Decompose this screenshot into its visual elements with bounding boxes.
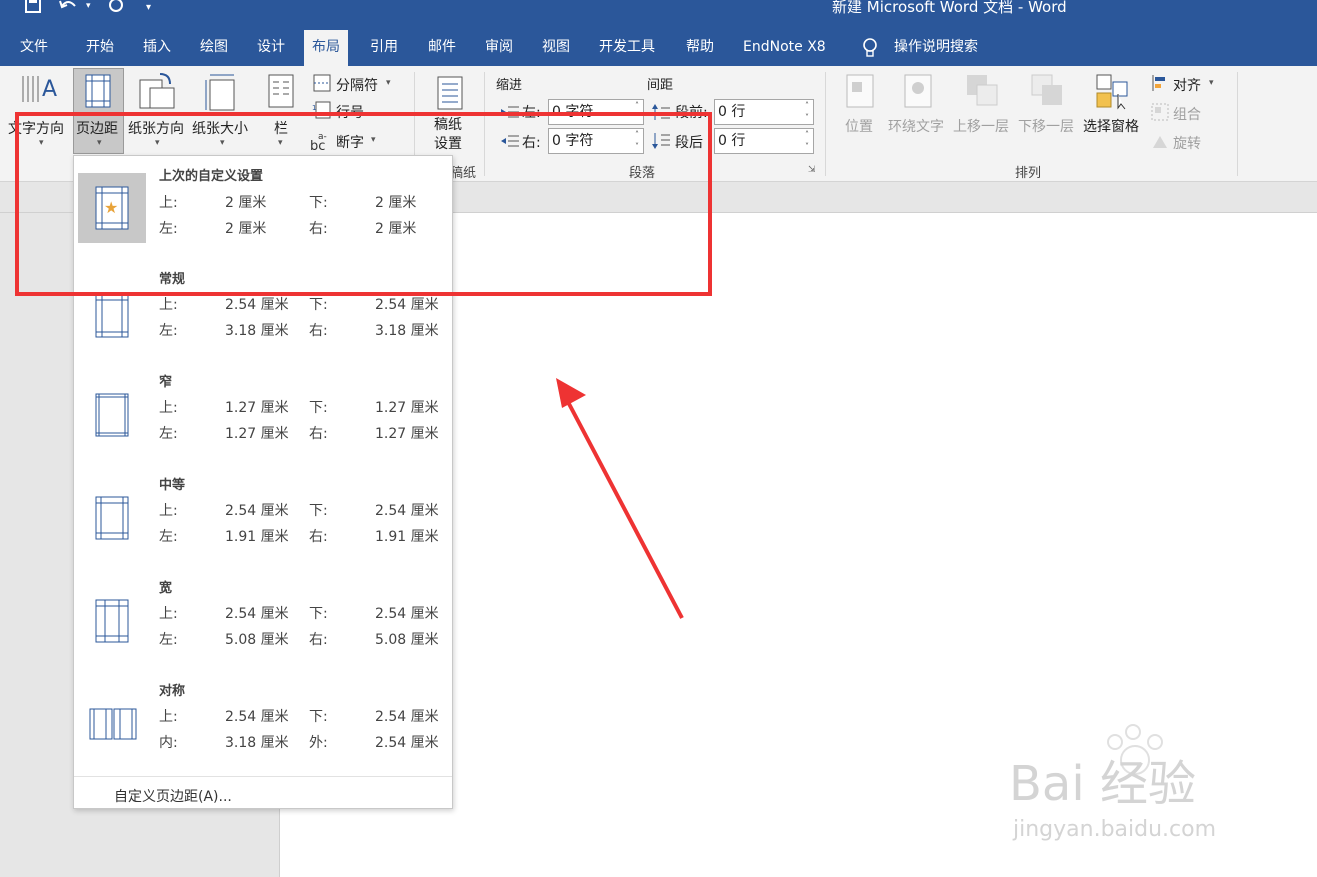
tell-me-search[interactable]: 操作说明搜索	[894, 30, 978, 66]
undo-icon[interactable]	[58, 0, 78, 16]
spacing-before-input[interactable]: 0 行 ˄ ˅	[714, 99, 814, 125]
tab-references[interactable]: 引用	[370, 30, 398, 66]
arrange-group-label: 排列	[1015, 166, 1042, 181]
window-title: 新建 Microsoft Word 文档 - Word	[832, 0, 1067, 16]
tab-view[interactable]: 视图	[542, 30, 570, 66]
align-icon	[1152, 75, 1165, 91]
orientation-icon	[139, 73, 175, 109]
selection-pane-button[interactable]: 选择窗格	[1083, 116, 1139, 136]
bring-forward-icon	[967, 75, 998, 106]
tab-mailings[interactable]: 邮件	[428, 30, 456, 66]
bring-forward-button[interactable]: 上移一层	[953, 116, 1009, 136]
watermark-url: jingyan.baidu.com	[1012, 817, 1216, 842]
tab-help[interactable]: 帮助	[686, 30, 714, 66]
page-margins-icon	[95, 599, 129, 643]
tab-layout[interactable]: 布局	[304, 30, 348, 66]
spacing-header: 间距	[647, 78, 674, 93]
text-direction-icon: A	[22, 76, 57, 102]
annotation-highlight-box	[15, 112, 712, 296]
wrap-text-button[interactable]: 环绕文字	[888, 116, 944, 136]
chevron-down-icon: ▾	[1209, 78, 1214, 88]
align-button[interactable]: 对齐	[1173, 75, 1201, 95]
breaks-icon	[313, 74, 331, 92]
margin-preset-mirrored[interactable]: 对称 上: 2.54 厘米 下: 2.54 厘米 内: 3.18 厘米 外: 2…	[74, 672, 452, 772]
margins-icon	[85, 74, 111, 108]
group-separator	[825, 72, 826, 176]
redo-icon[interactable]	[108, 0, 126, 16]
save-icon[interactable]	[24, 0, 42, 16]
spacing-after-input[interactable]: 0 行 ˄ ˅	[714, 128, 814, 154]
baidu-watermark: Bai 经验 jingyan.baidu.com	[1009, 724, 1216, 842]
title-bar: ▾ ▾ 新建 Microsoft Word 文档 - Word	[0, 0, 1317, 30]
tab-insert[interactable]: 插入	[143, 30, 171, 66]
spin-down-icon[interactable]: ˅	[805, 135, 809, 159]
columns-icon	[268, 74, 294, 108]
page-margins-icon	[95, 294, 129, 338]
ribbon-tab-bar: 文件 开始 插入 绘图 设计 布局 引用 邮件 审阅 视图 开发工具 帮助 En…	[0, 30, 1317, 66]
rotate-button[interactable]: 旋转	[1173, 133, 1201, 153]
tab-design[interactable]: 设计	[257, 30, 285, 66]
position-button[interactable]: 位置	[845, 116, 873, 136]
margin-preset-moderate[interactable]: 中等 上: 2.54 厘米 下: 2.54 厘米 左: 1.91 厘米 右: 1…	[74, 466, 452, 566]
paper-size-icon	[205, 74, 235, 111]
margin-preset-wide[interactable]: 宽 上: 2.54 厘米 下: 2.54 厘米 左: 5.08 厘米 右: 5.…	[74, 569, 452, 669]
indent-header: 缩进	[496, 78, 523, 93]
position-icon	[846, 74, 874, 108]
customize-toolbar-icon[interactable]: ▾	[146, 0, 151, 16]
send-backward-icon	[1031, 74, 1062, 105]
rotate-icon	[1153, 136, 1167, 148]
tab-developer[interactable]: 开发工具	[599, 30, 655, 66]
chevron-down-icon: ▾	[386, 78, 391, 88]
tab-review[interactable]: 审阅	[485, 30, 513, 66]
tab-draw[interactable]: 绘图	[200, 30, 228, 66]
page-margins-icon	[95, 393, 129, 437]
dropdown-separator	[74, 776, 452, 777]
dialog-launcher-icon[interactable]: ⇲	[808, 165, 816, 175]
selection-pane-icon	[1096, 74, 1128, 110]
tab-endnote[interactable]: EndNote X8	[743, 30, 826, 66]
lightbulb-icon	[863, 38, 877, 57]
group-icon	[1151, 103, 1169, 121]
tab-home[interactable]: 开始	[86, 30, 114, 66]
undo-dropdown-icon[interactable]: ▾	[86, 0, 91, 14]
tab-file[interactable]: 文件	[20, 30, 48, 66]
svg-text:A: A	[42, 77, 57, 102]
wrap-text-icon	[904, 74, 932, 108]
page-margins-icon	[95, 496, 129, 540]
group-separator	[1237, 72, 1238, 176]
send-backward-button[interactable]: 下移一层	[1018, 116, 1074, 136]
page-margins-icon	[89, 708, 137, 740]
margin-preset-narrow[interactable]: 窄 上: 1.27 厘米 下: 1.27 厘米 左: 1.27 厘米 右: 1.…	[74, 363, 452, 463]
svg-text:1: 1	[312, 104, 316, 112]
group-button[interactable]: 组合	[1173, 104, 1201, 124]
breaks-button[interactable]: 分隔符	[336, 75, 378, 95]
custom-margins-menu-item[interactable]: 自定义页边距(A)...	[114, 786, 232, 806]
manuscript-icon	[437, 76, 463, 110]
watermark-brand: Bai 经验	[1009, 756, 1196, 812]
